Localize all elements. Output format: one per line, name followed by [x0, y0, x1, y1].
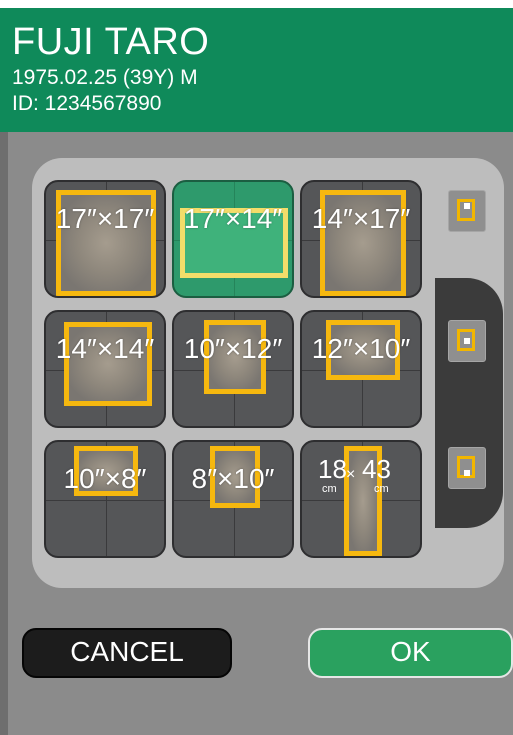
film-size-10x12-tile[interactable]: 10″×12″ — [172, 310, 294, 428]
film-size-label: 10″×12″ — [183, 333, 283, 364]
film-size-label: 17″×17″ — [55, 203, 155, 234]
position-marker — [464, 338, 470, 344]
position-marker — [464, 470, 470, 476]
ok-button[interactable]: OK — [308, 628, 513, 678]
size-times: × — [346, 466, 356, 483]
film-size-12x10-tile[interactable]: 12″×10″ — [300, 310, 422, 428]
top-strip — [0, 0, 513, 8]
orientation-top-button[interactable] — [448, 190, 486, 232]
film-size-label: 8″×10″ — [191, 463, 275, 494]
patient-id: ID: 1234567890 — [12, 92, 162, 115]
film-size-label: 14″×14″ — [55, 333, 155, 364]
size-cm-height: 43 — [362, 454, 391, 484]
patient-name: FUJI TARO — [12, 21, 210, 63]
film-size-8x10-tile[interactable]: 8″×10″ — [172, 440, 294, 558]
film-size-label: 17″×14″ — [183, 203, 283, 234]
film-size-10x8-tile[interactable]: 10″×8″ — [44, 440, 166, 558]
cancel-button[interactable]: CANCEL — [22, 628, 232, 678]
position-marker — [464, 203, 470, 209]
patient-birth-info: 1975.02.25 (39Y) M — [12, 66, 198, 89]
patient-header: FUJI TARO 1975.02.25 (39Y) M ID: 1234567… — [0, 8, 513, 132]
film-size-18x43cm-tile[interactable]: 18 × 43 cm cm — [300, 440, 422, 558]
film-size-label: 14″×17″ — [311, 203, 411, 234]
film-size-17x17-tile[interactable]: 17″×17″ — [44, 180, 166, 298]
orientation-center-button[interactable] — [448, 320, 486, 362]
film-size-14x17-tile[interactable]: 14″×17″ — [300, 180, 422, 298]
film-size-14x14-tile[interactable]: 14″×14″ — [44, 310, 166, 428]
size-unit-width: cm — [322, 483, 337, 495]
orientation-bottom-button[interactable] — [448, 447, 486, 489]
size-cm-width: 18 — [318, 454, 347, 484]
film-size-17x14-tile[interactable]: 17″×14″ — [172, 180, 294, 298]
film-size-label: 12″×10″ — [311, 333, 411, 364]
size-unit-height: cm — [374, 483, 389, 495]
orientation-side-panel — [435, 278, 503, 528]
film-size-label: 10″×8″ — [63, 463, 147, 494]
